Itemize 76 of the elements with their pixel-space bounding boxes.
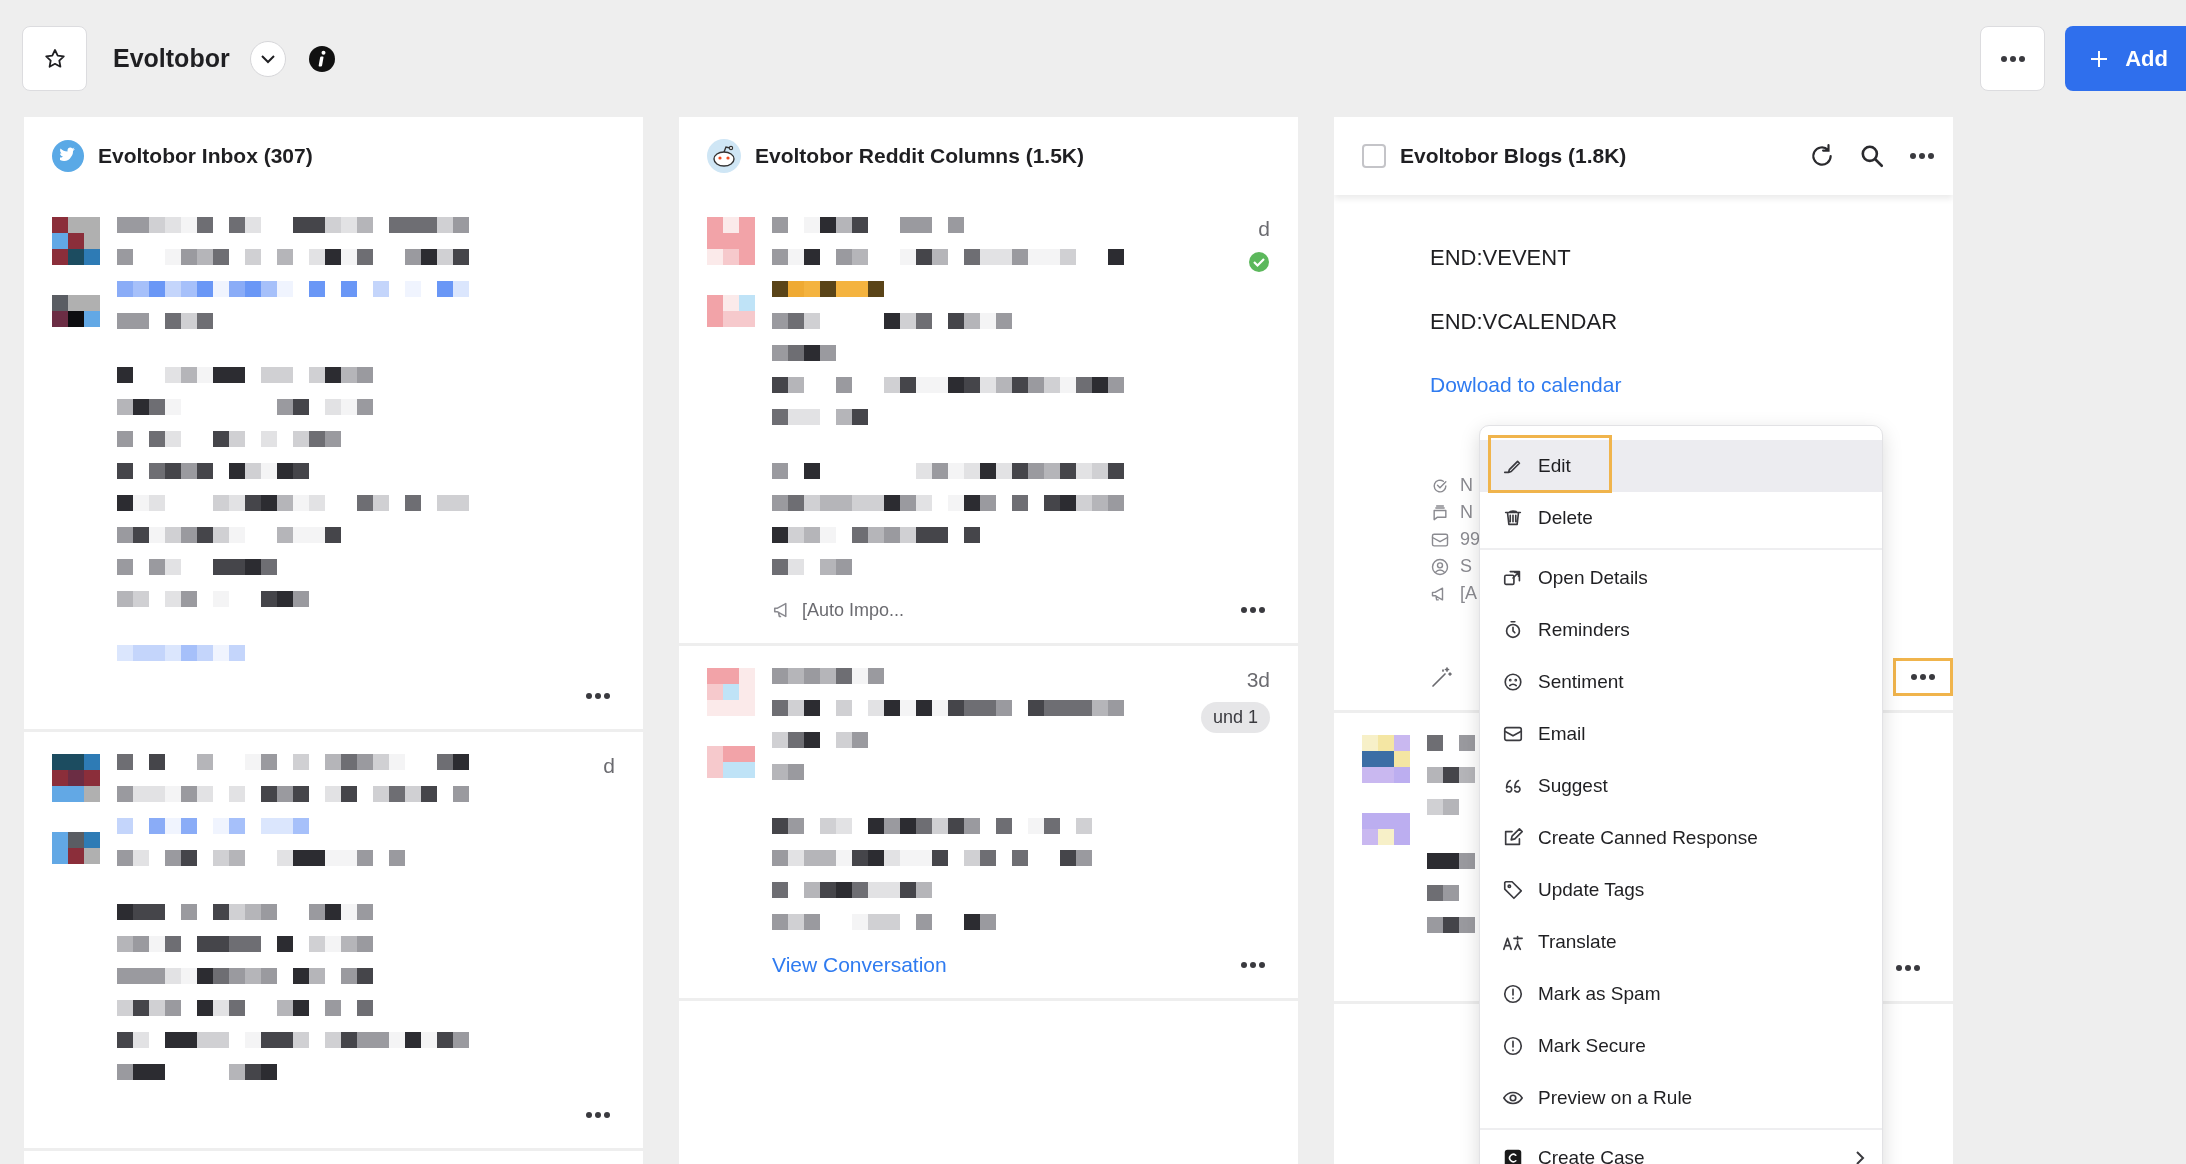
menu-item[interactable]: Create Case — [1480, 1132, 1882, 1164]
pixelated-avatar-drawing — [52, 832, 100, 864]
menu-item[interactable]: Open Details — [1480, 552, 1882, 604]
menu-item[interactable]: Suggest — [1480, 760, 1882, 812]
post-time: 3d — [1246, 668, 1270, 692]
page-title: Evoltobor — [113, 44, 230, 73]
more-icon[interactable] — [1910, 673, 1936, 681]
pixelated-avatar-drawing — [1362, 813, 1410, 845]
pixelated-avatar-drawing — [52, 295, 100, 327]
menu-item[interactable]: Sentiment — [1480, 656, 1882, 708]
meta-text: S — [1460, 556, 1472, 577]
post-time: d — [1258, 217, 1270, 241]
pixelated-text-drawing — [1427, 767, 1475, 783]
menu-item[interactable]: Mark Secure — [1480, 1020, 1882, 1072]
source-label: [Auto Impo... — [802, 599, 905, 621]
tag-icon — [1502, 879, 1524, 901]
menu-item[interactable]: Reminders — [1480, 604, 1882, 656]
view-conversation-link[interactable]: View Conversation — [772, 953, 947, 976]
pixelated-avatar-drawing — [707, 746, 755, 778]
pixelated-avatar-drawing — [707, 668, 755, 716]
event-text: END:VEVENT — [1430, 245, 1572, 271]
pixelated-text-drawing — [1427, 917, 1475, 933]
menu-item[interactable]: Delete — [1480, 492, 1882, 544]
pixelated-avatar-drawing — [1362, 735, 1410, 783]
robot-face-icon — [707, 139, 741, 173]
column-title: Evoltobor Inbox (307) — [98, 144, 313, 168]
post-time: d — [603, 754, 615, 778]
menu-item[interactable]: Email — [1480, 708, 1882, 760]
pixelated-avatar-drawing — [707, 295, 755, 327]
pixelated-avatar-drawing — [52, 217, 100, 265]
meta-text: N — [1460, 475, 1473, 496]
pixelated-avatar-drawing — [52, 754, 100, 802]
alert-icon — [1502, 983, 1524, 1005]
event-text: END:VCALENDAR — [1430, 309, 1619, 335]
select-checkbox[interactable] — [1362, 144, 1386, 168]
more-icon[interactable] — [1895, 964, 1921, 972]
add-button[interactable]: Add — [2065, 26, 2186, 91]
pixelated-text-drawing — [1427, 735, 1475, 751]
pixelated-text-drawing — [772, 764, 804, 780]
favorite-button[interactable] — [22, 26, 87, 91]
pixelated-text-drawing — [772, 345, 836, 361]
more-icon[interactable] — [585, 1111, 611, 1119]
download-link[interactable]: Dowload to calendar — [1430, 373, 1925, 397]
menu-item[interactable]: Create Canned Response — [1480, 812, 1882, 864]
magic-wand-icon[interactable] — [1430, 665, 1454, 689]
menu-item[interactable]: Translate — [1480, 916, 1882, 968]
more-icon[interactable] — [1909, 152, 1935, 160]
refresh-icon[interactable] — [1809, 143, 1835, 169]
pixelated-text-drawing — [1427, 799, 1459, 815]
meta-text: 99 — [1460, 529, 1481, 550]
column-title: Evoltobor Reddit Columns (1.5K) — [755, 144, 1084, 168]
meta-text: N — [1460, 502, 1473, 523]
menu-item[interactable]: Mark as Spam — [1480, 968, 1882, 1020]
plus-icon — [2089, 48, 2110, 69]
star-icon — [42, 46, 67, 71]
more-icon[interactable] — [585, 692, 611, 700]
menu-item[interactable]: Preview on a Rule — [1480, 1072, 1882, 1124]
alert-icon — [1502, 1035, 1524, 1057]
more-icon[interactable] — [1999, 54, 2026, 63]
tag-badge: und 1 — [1200, 702, 1270, 733]
chevron-down-icon — [259, 53, 276, 64]
pixelated-text-drawing — [1427, 885, 1459, 901]
column-title: Evoltobor Blogs (1.8K) — [1400, 144, 1627, 168]
pixelated-avatar-drawing — [707, 217, 755, 265]
user-icon — [1430, 556, 1450, 577]
more-icon[interactable] — [1240, 606, 1266, 614]
meta-text: [A — [1460, 583, 1477, 604]
chat-icon — [1430, 502, 1450, 523]
pixelated-text-drawing — [1427, 853, 1475, 869]
sad-face-icon — [1502, 671, 1524, 693]
dropdown-button[interactable] — [249, 40, 286, 77]
bird-icon — [52, 140, 84, 172]
info-icon[interactable] — [307, 44, 336, 73]
more-icon[interactable] — [1240, 961, 1266, 969]
search-icon[interactable] — [1859, 143, 1885, 169]
menu-item[interactable]: Update Tags — [1480, 864, 1882, 916]
